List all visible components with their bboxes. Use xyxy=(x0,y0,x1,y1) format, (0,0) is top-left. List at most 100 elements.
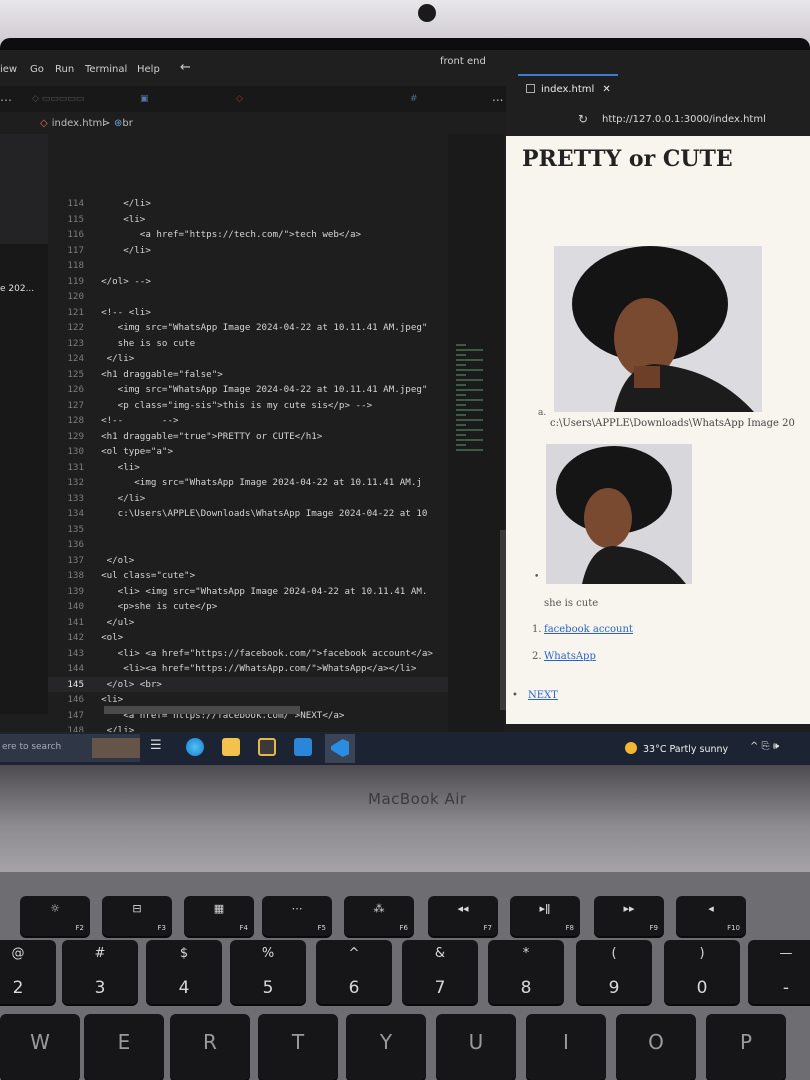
function-key[interactable]: ☼ F2 xyxy=(20,896,90,936)
file-explorer-icon[interactable] xyxy=(222,738,240,756)
preview-tab[interactable]: index.html ✕ xyxy=(526,84,611,95)
number-key[interactable]: (9 xyxy=(576,940,652,1004)
code-line[interactable]: 144 <li><a href="https://WhatsApp.com/">… xyxy=(48,661,448,676)
code-text[interactable]: </li> xyxy=(90,491,146,506)
tab-ghost-2[interactable]: ◇ xyxy=(236,94,243,104)
tab-ghost-icon[interactable]: ▣ xyxy=(140,94,149,104)
code-line[interactable]: 115 <li> xyxy=(48,212,448,227)
letter-key[interactable]: E xyxy=(84,1014,164,1080)
back-arrow-icon[interactable]: ← xyxy=(180,60,191,75)
code-line[interactable]: 116 <a href="https://tech.com/">tech web… xyxy=(48,227,448,242)
task-view-icon[interactable]: ☰ xyxy=(150,738,168,756)
code-text[interactable]: <li> <img src="WhatsApp Image 2024-04-22… xyxy=(90,584,428,599)
breadcrumb-node[interactable]: ⊛br xyxy=(114,118,133,129)
code-text[interactable]: <ul class="cute"> xyxy=(90,568,195,583)
vscode-taskbar-button[interactable] xyxy=(325,734,355,763)
code-text[interactable]: <h1 draggable="true">PRETTY or CUTE</h1> xyxy=(90,429,322,444)
explorer-file-label[interactable]: e 202... xyxy=(0,284,34,294)
tab-ghost-1[interactable]: ◇ ▭▭▭▭▭ xyxy=(32,94,84,104)
number-key[interactable]: @2 xyxy=(0,940,56,1004)
function-key[interactable]: ◂◂ F7 xyxy=(428,896,498,936)
letter-key[interactable]: O xyxy=(616,1014,696,1080)
menu-go[interactable]: Go xyxy=(30,64,44,75)
code-text[interactable]: <img src="WhatsApp Image 2024-04-22 at 1… xyxy=(90,320,428,335)
function-key[interactable]: ⋯ F5 xyxy=(262,896,332,936)
menu-view[interactable]: iew xyxy=(0,64,17,75)
letter-key[interactable]: I xyxy=(526,1014,606,1080)
code-line[interactable]: 118 xyxy=(48,258,448,273)
code-text[interactable]: <img src="WhatsApp Image 2024-04-22 at 1… xyxy=(90,475,422,490)
code-line[interactable]: 135 xyxy=(48,522,448,537)
code-line[interactable]: 133 </li> xyxy=(48,491,448,506)
number-key[interactable]: % 5 xyxy=(230,940,306,1004)
more-actions-button[interactable]: ... xyxy=(492,90,503,104)
code-line[interactable]: 125 <h1 draggable="false"> xyxy=(48,367,448,382)
page-heading[interactable]: PRETTY or CUTE xyxy=(522,146,733,172)
menu-terminal[interactable]: Terminal xyxy=(85,64,127,75)
code-line[interactable]: 129 <h1 draggable="true">PRETTY or CUTE<… xyxy=(48,429,448,444)
function-key[interactable]: ▸▸ F9 xyxy=(594,896,664,936)
code-line[interactable]: 130 <ol type="a"> xyxy=(48,444,448,459)
code-line[interactable]: 145 </ol> <br> xyxy=(48,676,448,692)
code-text[interactable]: </li> xyxy=(90,243,151,258)
code-line[interactable]: 131 <li> xyxy=(48,460,448,475)
code-text[interactable]: she is so cute xyxy=(90,336,195,351)
function-key[interactable]: ▦ F4 xyxy=(184,896,254,936)
menu-run[interactable]: Run xyxy=(55,64,74,75)
breadcrumb-file[interactable]: ◇ index.html xyxy=(40,118,105,129)
facebook-link[interactable]: facebook account xyxy=(544,624,633,635)
more-icon[interactable]: … xyxy=(0,90,12,104)
code-text[interactable]: <li> <a href="https://facebook.com/">fac… xyxy=(90,646,433,661)
code-line[interactable]: 124 </li> xyxy=(48,351,448,366)
code-line[interactable]: 123 she is so cute xyxy=(48,336,448,351)
function-key[interactable]: ▸ǁ F8 xyxy=(510,896,580,936)
tab-ghost-3[interactable]: # xyxy=(410,94,418,104)
code-text[interactable]: <p>she is cute</p> xyxy=(90,599,218,614)
close-icon[interactable]: ✕ xyxy=(602,84,610,95)
code-text[interactable]: <p class="img-sis">this is my cute sis</… xyxy=(90,398,372,413)
code-line[interactable]: 141 </ul> xyxy=(48,615,448,630)
menu-help[interactable]: Help xyxy=(137,64,160,75)
letter-key[interactable]: R xyxy=(170,1014,250,1080)
horizontal-scrollbar[interactable] xyxy=(104,706,300,714)
letter-key[interactable]: Y xyxy=(346,1014,426,1080)
number-key[interactable]: #3 xyxy=(62,940,138,1004)
code-text[interactable]: <!-- --> xyxy=(90,413,178,428)
whatsapp-link[interactable]: WhatsApp xyxy=(544,651,596,662)
code-text[interactable]: <a href="https://tech.com/">tech web</a> xyxy=(90,227,361,242)
store-icon[interactable] xyxy=(258,738,276,756)
code-line[interactable]: 134 c:\Users\APPLE\Downloads\WhatsApp Im… xyxy=(48,506,448,521)
code-text[interactable]: <!-- <li> xyxy=(90,305,151,320)
code-line[interactable]: 114 </li> xyxy=(48,196,448,211)
function-key[interactable]: ⊟ F3 xyxy=(102,896,172,936)
code-line[interactable]: 132 <img src="WhatsApp Image 2024-04-22 … xyxy=(48,475,448,490)
number-key[interactable]: * 8 xyxy=(488,940,564,1004)
code-line[interactable]: 117 </li> xyxy=(48,243,448,258)
code-line[interactable]: 121 <!-- <li> xyxy=(48,305,448,320)
edge-browser-icon[interactable] xyxy=(186,738,204,756)
number-key[interactable]: ^ 6 xyxy=(316,940,392,1004)
code-text[interactable]: </ul> xyxy=(90,615,135,630)
code-line[interactable]: 143 <li> <a href="https://facebook.com/"… xyxy=(48,646,448,661)
function-key[interactable]: ◂ F10 xyxy=(676,896,746,936)
code-text[interactable]: </ol> <br> xyxy=(90,677,162,692)
letter-key[interactable]: P xyxy=(706,1014,786,1080)
letter-key[interactable]: U xyxy=(436,1014,516,1080)
code-text[interactable]: </ol> xyxy=(90,553,135,568)
code-line[interactable]: 142 <ol> xyxy=(48,630,448,645)
code-line[interactable]: 137 </ol> xyxy=(48,553,448,568)
code-line[interactable]: 119 </ol> --> xyxy=(48,274,448,289)
minimap[interactable] xyxy=(448,134,504,764)
number-key[interactable]: ) 0 xyxy=(664,940,740,1004)
code-line[interactable]: 126 <img src="WhatsApp Image 2024-04-22 … xyxy=(48,382,448,397)
code-text[interactable]: <li><a href="https://WhatsApp.com/">What… xyxy=(90,661,416,676)
code-text[interactable]: c:\Users\APPLE\Downloads\WhatsApp Image … xyxy=(90,506,428,521)
code-text[interactable]: <li> xyxy=(90,212,145,227)
code-line[interactable]: 120 xyxy=(48,289,448,304)
url-bar[interactable]: http://127.0.0.1:3000/index.html xyxy=(602,114,766,125)
code-text[interactable]: </li> xyxy=(90,196,151,211)
weather-widget[interactable]: 33°C Partly sunny xyxy=(625,742,728,755)
code-text[interactable]: <ol> xyxy=(90,630,123,645)
number-key[interactable]: — - xyxy=(748,940,810,1004)
code-text[interactable]: <li> xyxy=(90,692,123,707)
